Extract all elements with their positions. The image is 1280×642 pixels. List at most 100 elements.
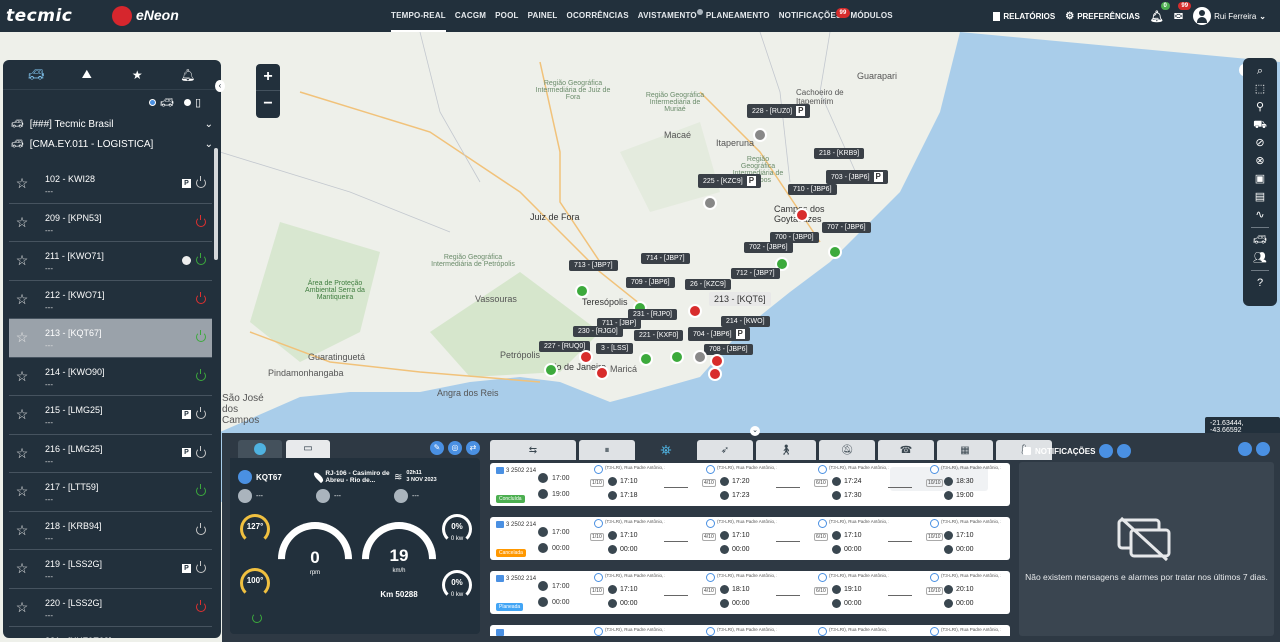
notifications-bell[interactable]: 🔔︎ 0 bbox=[1150, 1, 1170, 23]
vehicle-marker[interactable] bbox=[670, 350, 684, 364]
tab-map[interactable]: ⛰ bbox=[67, 64, 107, 86]
map-icon[interactable]: ▤ bbox=[1253, 190, 1267, 204]
list-item[interactable]: ☆ 214 - [KWO90] --- bbox=[9, 358, 212, 396]
vehicle-label[interactable]: 714 - [JBP7] bbox=[641, 253, 690, 264]
menu-item-0[interactable]: TEMPO-REAL bbox=[391, 0, 446, 32]
vehicle-label[interactable]: 703 - [JBP6] P bbox=[826, 170, 888, 184]
list-item[interactable]: ☆ 219 - [LSS2G] --- P bbox=[9, 550, 212, 589]
list-item[interactable]: ☆ 211 - [KWO71] --- bbox=[9, 242, 212, 281]
vehicle-marker[interactable] bbox=[579, 350, 593, 364]
list-item[interactable]: ☆ 218 - [KRB94] --- bbox=[9, 512, 212, 550]
vehicle-label[interactable]: 225 - [KZC9] P bbox=[698, 174, 762, 188]
tab-walk[interactable]: 🚶︎ bbox=[756, 440, 816, 460]
menu-item-3[interactable]: PAINEL bbox=[528, 0, 558, 32]
preferences-link[interactable]: ⚙ PREFERÊNCIAS bbox=[1065, 11, 1140, 22]
star-icon[interactable]: ☆ bbox=[9, 252, 35, 269]
star-icon[interactable]: ☆ bbox=[9, 329, 35, 346]
menu-item-5[interactable]: AVISTAMENTO bbox=[638, 0, 703, 32]
collapse-sidebar-button[interactable]: ‹ bbox=[215, 80, 225, 92]
menu-item-7[interactable]: NOTIFICAÇÕES 99 bbox=[779, 0, 850, 32]
vehicle-label[interactable]: 26 - [KZC9] bbox=[685, 279, 731, 290]
list-item[interactable]: ☆ 216 - [LMG25] --- P bbox=[9, 435, 212, 473]
list-item[interactable]: ☆ 220 - [LSS2G] --- bbox=[9, 589, 212, 627]
vehicle-label[interactable]: 214 - [KWO] bbox=[721, 316, 770, 327]
menu-item-1[interactable]: CACGM bbox=[455, 0, 486, 32]
selected-vehicle-label[interactable]: 213 - [KQT6] bbox=[709, 292, 771, 306]
user-menu[interactable]: Rui Ferreira ⌄ bbox=[1193, 7, 1266, 25]
collapse-bottom-panel-button[interactable]: ⌄ bbox=[750, 426, 760, 436]
vehicle-label[interactable]: 708 - [JBP6] bbox=[704, 344, 753, 355]
tab-pause[interactable]: ⏸︎ bbox=[579, 440, 635, 460]
scrollbar[interactable] bbox=[214, 148, 218, 260]
radio-vehicles[interactable] bbox=[148, 98, 156, 106]
menu-item-6[interactable]: PLANEAMENTO bbox=[706, 0, 770, 32]
vehicle-label[interactable]: 713 - [JBP7] bbox=[569, 260, 618, 271]
vehicle-label[interactable]: 228 - [RUZ0] P bbox=[747, 104, 811, 118]
vehicle-marker[interactable] bbox=[544, 363, 558, 377]
list-item[interactable]: ☆ 215 - [LMG25] --- P bbox=[9, 396, 212, 435]
list-item[interactable]: ☆ 217 - [LTT59] --- bbox=[9, 473, 212, 512]
vehicle-marker[interactable] bbox=[753, 128, 767, 142]
tab-favorites[interactable]: ★ bbox=[117, 64, 157, 86]
star-icon[interactable]: ☆ bbox=[9, 406, 35, 423]
star-icon[interactable]: ☆ bbox=[9, 175, 35, 192]
group-logistica[interactable]: 🚙︎ [CMA.EY.011 - LOGISTICA] ⌄ bbox=[3, 134, 221, 154]
no-route-icon[interactable]: ⊘ bbox=[1253, 136, 1267, 150]
tab-video[interactable]: ▦ bbox=[937, 440, 993, 460]
vehicle-label[interactable]: 230 - [RJG0] bbox=[573, 326, 623, 337]
edit-icon[interactable]: ✎ bbox=[430, 441, 444, 455]
vehicle-marker[interactable] bbox=[710, 354, 724, 368]
star-icon[interactable]: ☆ bbox=[9, 483, 35, 500]
tab-phone[interactable]: ☎ bbox=[878, 440, 934, 460]
vehicle-marker[interactable] bbox=[703, 196, 717, 210]
star-icon[interactable]: ☆ bbox=[9, 368, 35, 385]
vehicle-marker[interactable] bbox=[828, 245, 842, 259]
menu-item-8[interactable]: MÓDULOS bbox=[851, 0, 893, 32]
list-item[interactable]: ☆ 212 - [KWO71] --- bbox=[9, 281, 212, 319]
messages-button[interactable]: ✉ 99 bbox=[1174, 1, 1192, 23]
vehicle-label[interactable]: 702 - [JBP6] bbox=[744, 242, 793, 253]
check-icon[interactable] bbox=[1256, 442, 1270, 456]
route-icon[interactable]: ∿ bbox=[1253, 208, 1267, 222]
menu-item-2[interactable]: POOL bbox=[495, 0, 518, 32]
zoom-out-button[interactable]: − bbox=[256, 91, 280, 118]
hide-vehicles-icon[interactable]: ⊗ bbox=[1253, 154, 1267, 168]
star-icon[interactable]: ☆ bbox=[9, 445, 35, 462]
vehicle-marker[interactable] bbox=[708, 367, 722, 381]
notifications-checkbox[interactable] bbox=[1023, 447, 1031, 455]
tab-gauge[interactable] bbox=[238, 440, 282, 458]
settings-icon[interactable] bbox=[1117, 444, 1132, 458]
vehicle-marker[interactable] bbox=[693, 350, 707, 364]
tab-vehicles[interactable]: 🚙︎ bbox=[16, 64, 56, 86]
vehicle-marker[interactable] bbox=[639, 352, 653, 366]
trip-row[interactable]: 3 2502 214 Cancelada 17:00 00:00 (T3-LRI), R… bbox=[490, 517, 1010, 560]
target-icon[interactable]: ◎ bbox=[448, 441, 462, 455]
filter-icon[interactable] bbox=[1099, 444, 1114, 458]
vehicle-label[interactable]: 710 - [JBP6] bbox=[788, 184, 837, 195]
select-area-icon[interactable]: ⬚ bbox=[1253, 82, 1267, 96]
list-item[interactable]: ☆ 102 - KWI28 --- P bbox=[9, 165, 212, 204]
vehicle-marker[interactable] bbox=[795, 208, 809, 222]
star-icon[interactable]: ☆ bbox=[9, 291, 35, 308]
help-icon[interactable]: ? bbox=[1253, 276, 1267, 290]
list-item[interactable]: ☆ 209 - [KPN53] --- bbox=[9, 204, 212, 242]
star-icon[interactable]: ☆ bbox=[9, 214, 35, 231]
star-icon[interactable]: ☆ bbox=[9, 522, 35, 539]
tecmic-logo[interactable]: tecmic bbox=[6, 6, 72, 26]
vehicle-label[interactable]: 709 - [JBP6] bbox=[626, 277, 675, 288]
vehicle-label[interactable]: 704 - [JBP6] P bbox=[688, 327, 750, 341]
vehicle-marker[interactable] bbox=[688, 304, 702, 318]
swap-icon[interactable]: ⇄ bbox=[466, 441, 480, 455]
list-item[interactable]: ☆ 213 - [KQT67] --- bbox=[9, 319, 212, 358]
eneon-logo[interactable]: eNeon bbox=[136, 7, 179, 23]
vehicle-label[interactable]: 218 - [KRB9] bbox=[814, 148, 865, 159]
tab-card[interactable]: ▭ bbox=[286, 440, 330, 458]
trip-row[interactable]: 3 2502 214 Planeada 17:00 00:00 (T3-LRI), Ru… bbox=[490, 571, 1010, 614]
vehicle-label[interactable]: 707 - [JBP6] bbox=[822, 222, 871, 233]
search-icon[interactable]: ⌕ bbox=[1253, 64, 1267, 78]
tab-routes[interactable]: ⇆ bbox=[490, 440, 576, 460]
star-icon[interactable]: ☆ bbox=[9, 637, 35, 638]
vehicle-label[interactable]: 712 - [JBP7] bbox=[731, 268, 780, 279]
radio-mobile[interactable] bbox=[183, 98, 191, 106]
menu-item-4[interactable]: OCORRÊNCIAS bbox=[567, 0, 629, 32]
